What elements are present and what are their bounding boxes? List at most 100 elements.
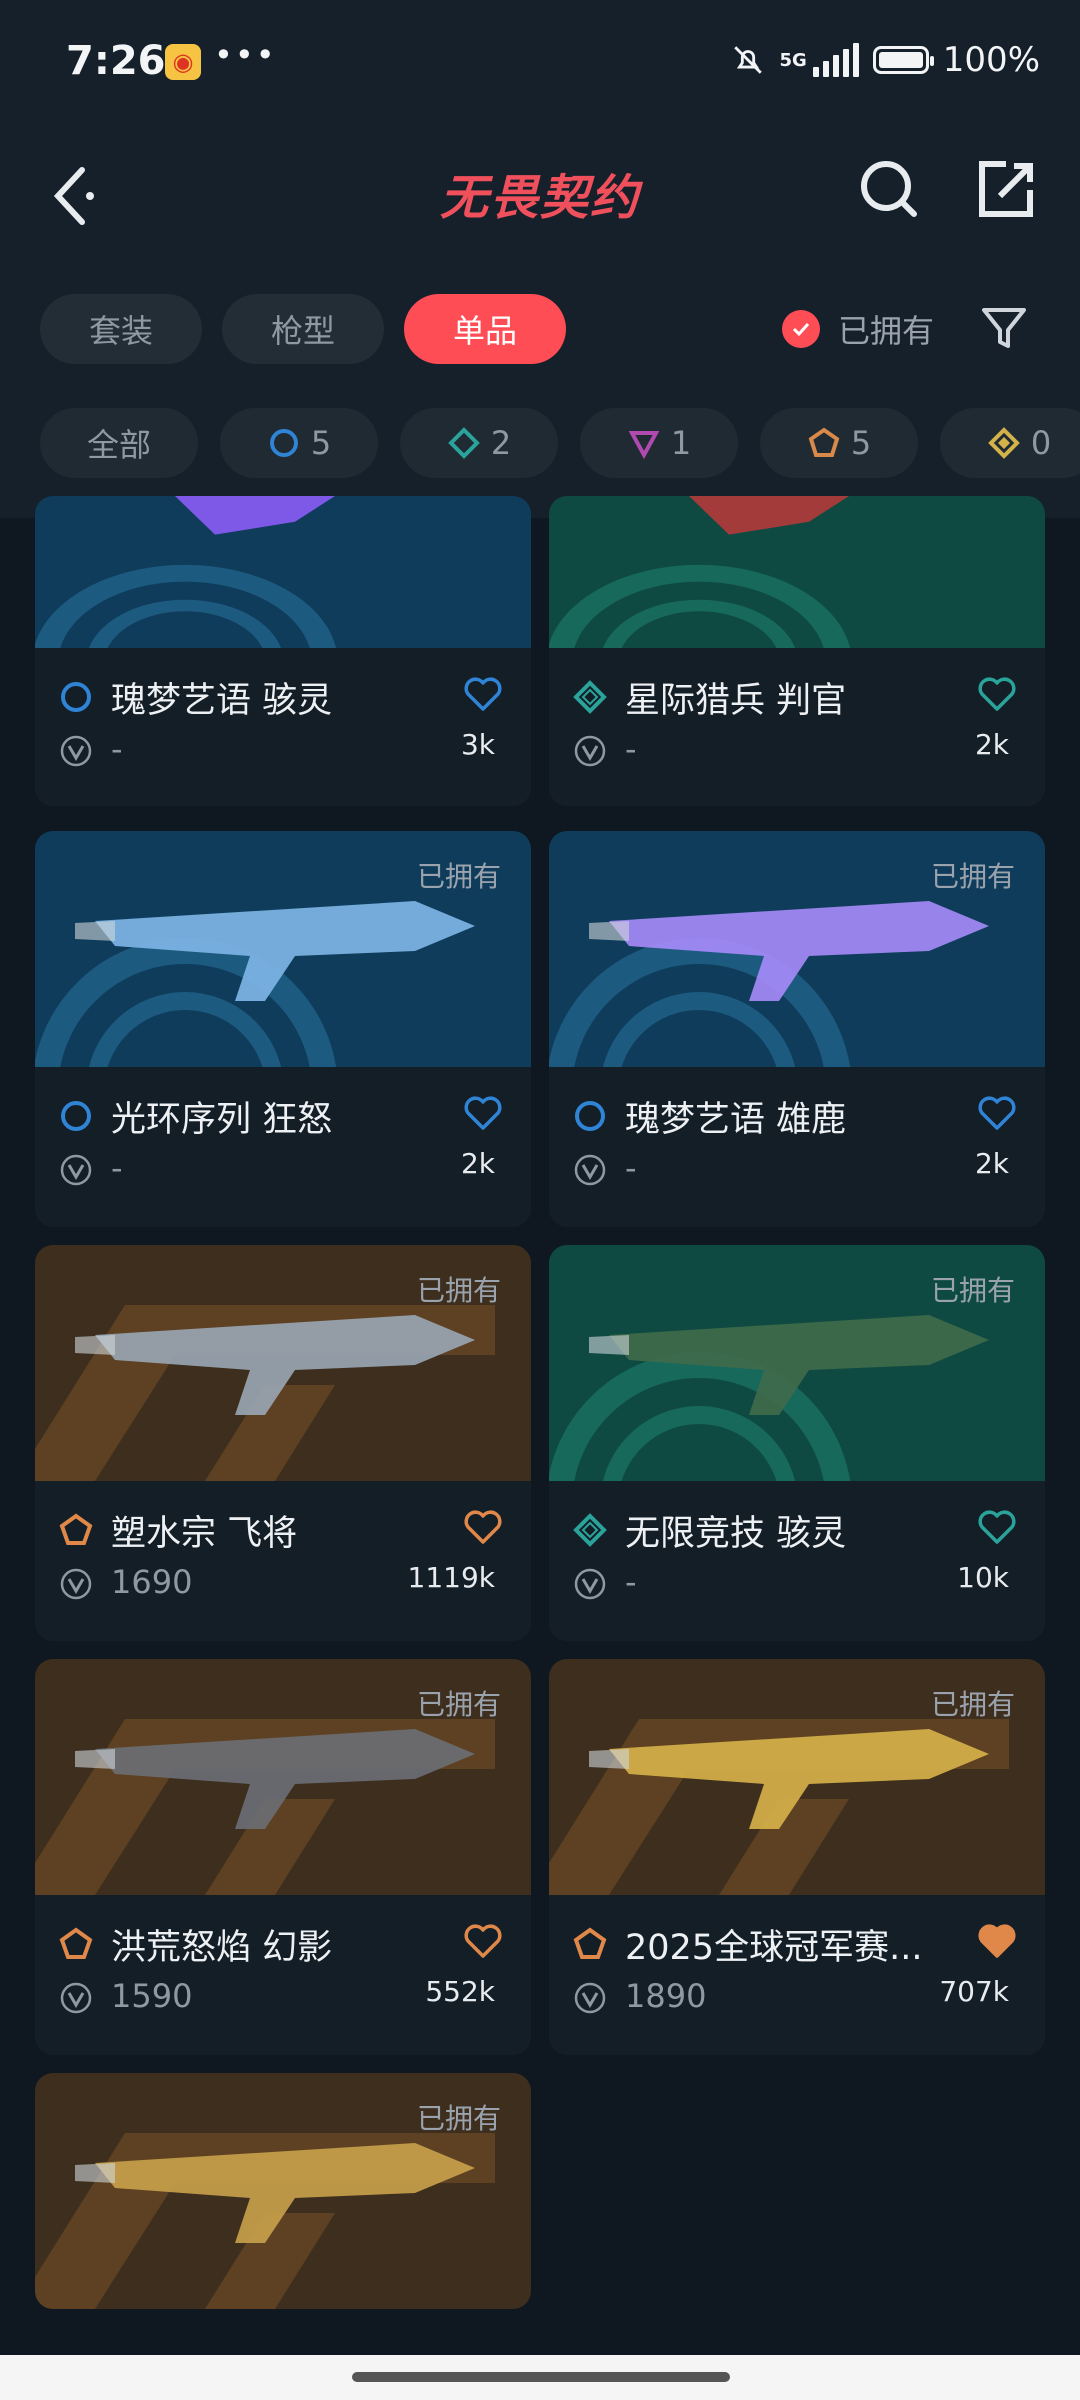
valorant-points-icon <box>60 1982 92 2014</box>
header: 无畏契约 套装 枪型 单品 已拥有 全部 5 2 1 5 0 <box>0 128 1080 518</box>
category-tabs: 套装 枪型 单品 <box>40 294 566 364</box>
skin-info: 瑰梦艺语 雄鹿 - 2k <box>549 1067 1045 1227</box>
skin-image <box>35 496 531 648</box>
search-icon[interactable] <box>850 150 930 230</box>
skin-info: 2025全球冠军赛... 1890 707k <box>549 1895 1045 2055</box>
like-count: 707k <box>939 1975 1009 2008</box>
like-count: 2k <box>974 728 1009 761</box>
skin-card[interactable]: 已拥有 无限竞技 骇灵 - 10k <box>549 1245 1045 1641</box>
skin-name: 无限竞技 骇灵 <box>625 1514 847 1554</box>
heart-icon[interactable] <box>463 1095 503 1131</box>
heart-icon[interactable] <box>977 1095 1017 1131</box>
chip-count: 5 <box>310 424 332 462</box>
heart-icon[interactable] <box>463 676 503 712</box>
home-indicator[interactable] <box>352 2372 730 2382</box>
status-right: 5G 100% <box>731 40 1040 80</box>
checkmark-icon <box>782 310 820 348</box>
tier-deluxe-icon <box>573 680 607 714</box>
skin-price: - <box>625 1149 637 1187</box>
owned-badge: 已拥有 <box>930 1274 1015 1307</box>
status-bar: 7:26 ◉ ••• 5G 100% <box>0 0 1080 128</box>
owned-filter-label: 已拥有 <box>838 312 935 350</box>
chip-premium-tier[interactable]: 1 <box>580 408 738 478</box>
owned-badge: 已拥有 <box>930 860 1015 893</box>
heart-icon[interactable] <box>977 1923 1017 1959</box>
like-count: 2k <box>974 1147 1009 1180</box>
skin-card[interactable]: 已拥有 瑰梦艺语 雄鹿 - 2k <box>549 831 1045 1227</box>
like-count: 2k <box>460 1147 495 1180</box>
valorant-points-icon <box>60 1568 92 1600</box>
tier-select-icon <box>61 1101 91 1131</box>
like-count: 10k <box>957 1561 1009 1594</box>
share-icon[interactable] <box>966 150 1046 230</box>
skin-name: 瑰梦艺语 骇灵 <box>111 681 333 721</box>
chip-count: 1 <box>670 424 692 462</box>
heart-icon[interactable] <box>977 1509 1017 1545</box>
heart-icon[interactable] <box>977 676 1017 712</box>
filter-icon[interactable] <box>976 300 1032 356</box>
heart-icon[interactable] <box>463 1923 503 1959</box>
tier-select-icon <box>269 429 298 457</box>
owned-badge: 已拥有 <box>416 1274 501 1307</box>
chip-ultra-tier[interactable]: 0 <box>940 408 1080 478</box>
skin-card[interactable]: 已拥有 洪荒怒焰 幻影 1590 552k <box>35 1659 531 2055</box>
chip-label: 全部 <box>86 426 151 464</box>
valorant-points-icon <box>574 1154 606 1186</box>
valorant-points-icon <box>574 735 606 767</box>
chip-deluxe-tier[interactable]: 2 <box>400 408 558 478</box>
tab-items[interactable]: 单品 <box>404 294 566 364</box>
skin-card[interactable]: 已拥有 塑水宗 飞将 1690 1119k <box>35 1245 531 1641</box>
skin-name: 塑水宗 飞将 <box>111 1514 298 1554</box>
owned-badge: 已拥有 <box>416 2102 501 2135</box>
chip-select-tier[interactable]: 5 <box>220 408 378 478</box>
chip-all[interactable]: 全部 <box>40 408 198 478</box>
skin-price: - <box>111 730 123 768</box>
valorant-points-icon <box>574 1568 606 1600</box>
chip-count: 2 <box>490 424 512 462</box>
tab-weapon-types[interactable]: 枪型 <box>222 294 384 364</box>
skin-info: 塑水宗 飞将 1690 1119k <box>35 1481 531 1641</box>
tier-select-icon <box>61 682 91 712</box>
skin-card[interactable]: 已拥有 光环序列 狂怒 - 2k <box>35 831 531 1227</box>
tier-premium-icon <box>628 431 660 460</box>
skin-price: - <box>111 1149 123 1187</box>
skin-name: 瑰梦艺语 雄鹿 <box>625 1100 847 1140</box>
skin-name: 星际猎兵 判官 <box>625 681 847 721</box>
tier-exclusive-icon <box>808 427 840 457</box>
owned-filter-toggle[interactable]: 已拥有 <box>782 306 934 352</box>
owned-badge: 已拥有 <box>416 1688 501 1721</box>
tier-deluxe-icon <box>573 1513 607 1547</box>
status-time: 7:26 <box>66 38 166 84</box>
skin-card[interactable]: 已拥有 <box>35 2073 531 2309</box>
chip-count: 5 <box>850 424 872 462</box>
tier-filter-chips: 全部 5 2 1 5 0 <box>40 408 1080 478</box>
more-notifications-icon: ••• <box>214 36 277 74</box>
skin-card[interactable]: 瑰梦艺语 骇灵 - 3k <box>35 496 531 806</box>
tier-select-icon <box>575 1101 605 1131</box>
network-type: 5G <box>779 49 807 71</box>
battery-percent: 100% <box>942 40 1040 80</box>
skin-info: 瑰梦艺语 骇灵 - 3k <box>35 648 531 806</box>
tier-exclusive-icon <box>59 1513 93 1545</box>
skin-name: 2025全球冠军赛... <box>625 1928 923 1968</box>
skin-price: - <box>625 1563 637 1601</box>
skin-info: 光环序列 狂怒 - 2k <box>35 1067 531 1227</box>
tier-ultra-icon <box>987 427 1020 459</box>
skin-price: 1690 <box>111 1563 193 1601</box>
tier-exclusive-icon <box>59 1927 93 1959</box>
tier-exclusive-icon <box>573 1927 607 1959</box>
chip-count: 0 <box>1030 424 1052 462</box>
skin-info: 洪荒怒焰 幻影 1590 552k <box>35 1895 531 2055</box>
skin-card[interactable]: 星际猎兵 判官 - 2k <box>549 496 1045 806</box>
battery-icon <box>872 46 934 74</box>
weibo-notification-icon: ◉ <box>165 44 201 80</box>
skin-price: - <box>625 730 637 768</box>
skin-name: 光环序列 狂怒 <box>111 1100 333 1140</box>
heart-icon[interactable] <box>463 1509 503 1545</box>
skin-card[interactable]: 已拥有 2025全球冠军赛... 1890 707k <box>549 1659 1045 2055</box>
tab-bundles[interactable]: 套装 <box>40 294 202 364</box>
chip-exclusive-tier[interactable]: 5 <box>760 408 918 478</box>
valorant-points-icon <box>574 1982 606 2014</box>
valorant-points-icon <box>60 735 92 767</box>
mute-bell-icon <box>734 46 763 74</box>
